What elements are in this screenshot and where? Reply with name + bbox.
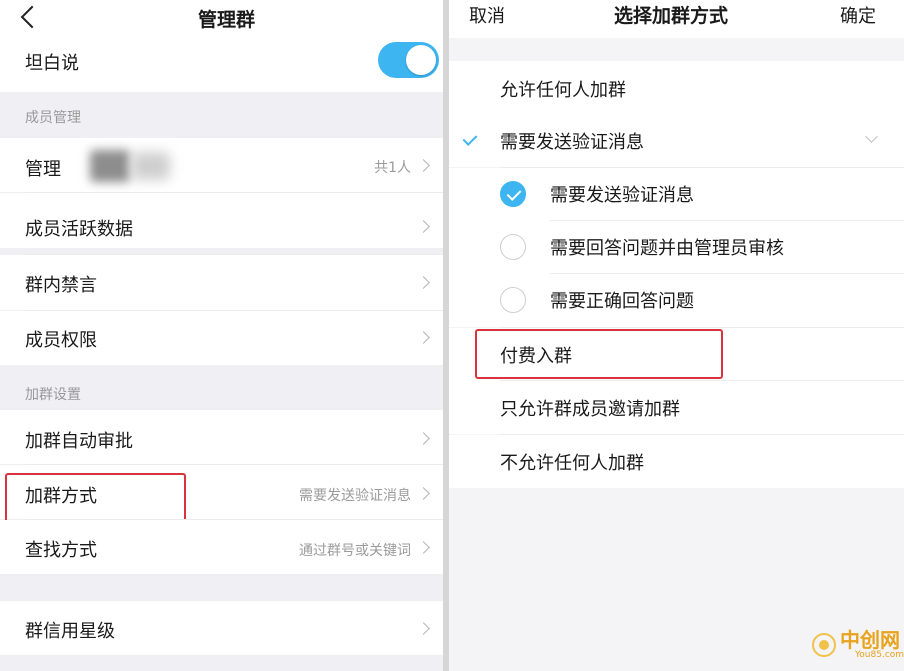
toggle-knob <box>406 45 436 75</box>
select-join-title: 选择加群方式 <box>614 5 729 27</box>
auto-approve-label: 加群自动审批 <box>25 431 133 452</box>
option-label: 需要发送验证消息 <box>500 132 644 153</box>
permissions-row[interactable]: 成员权限 <box>0 311 443 365</box>
option-label: 需要发送验证消息 <box>550 185 694 206</box>
chevron-right-icon <box>417 487 430 500</box>
join-method-panel: 取消 选择加群方式 确定 允许任何人加群 需要发送验证消息 需要发送验证消息 需… <box>449 0 904 671</box>
option-label: 需要正确回答问题 <box>550 291 694 312</box>
page-title: 管理群 <box>198 9 256 31</box>
left-header: 管理群 <box>0 0 443 42</box>
radio-checked-icon[interactable] <box>500 181 526 207</box>
watermark-url: You85.com <box>855 650 904 660</box>
right-header: 取消 选择加群方式 确定 <box>449 0 904 38</box>
section-members-label: 成员管理 <box>25 110 81 126</box>
option-label: 需要回答问题并由管理员审核 <box>550 238 784 259</box>
admins-count: 共1人 <box>374 160 411 176</box>
back-icon[interactable] <box>20 5 44 29</box>
search-method-label: 查找方式 <box>25 540 97 561</box>
option-members-invite-only[interactable]: 只允许群成员邀请加群 <box>449 381 904 434</box>
radio-icon[interactable] <box>500 234 526 260</box>
search-method-row[interactable]: 查找方式 通过群号或关键词 <box>0 520 443 574</box>
sub-option-answer-review[interactable]: 需要回答问题并由管理员审核 <box>449 221 904 274</box>
option-disallow-all[interactable]: 不允许任何人加群 <box>449 435 904 488</box>
credit-level-row[interactable]: 群信用星级 <box>0 601 443 655</box>
option-label: 允许任何人加群 <box>500 80 626 101</box>
option-label: 不允许任何人加群 <box>500 453 644 474</box>
tanbaishuo-label: 坦白说 <box>25 53 79 74</box>
chevron-right-icon <box>417 159 430 172</box>
auto-approve-row[interactable]: 加群自动审批 <box>0 410 443 464</box>
watermark-text: 中创网 <box>840 628 900 652</box>
mute-label: 群内禁言 <box>25 275 97 296</box>
credit-level-label: 群信用星级 <box>25 621 115 642</box>
permissions-label: 成员权限 <box>25 330 97 351</box>
chevron-right-icon <box>417 432 430 445</box>
chevron-right-icon <box>417 331 430 344</box>
mute-row[interactable]: 群内禁言 <box>0 255 443 310</box>
tanbaishuo-toggle[interactable] <box>378 42 439 78</box>
chevron-right-icon <box>417 622 430 635</box>
section-join-label: 加群设置 <box>25 387 81 403</box>
option-need-verify[interactable]: 需要发送验证消息 <box>449 114 904 167</box>
tanbaishuo-row[interactable]: 坦白说 <box>0 42 443 92</box>
paid-join-highlight <box>475 329 723 379</box>
chevron-right-icon <box>417 220 430 233</box>
join-method-highlight <box>5 473 186 523</box>
search-method-value: 通过群号或关键词 <box>299 543 411 559</box>
radio-icon[interactable] <box>500 287 526 313</box>
option-label: 只允许群成员邀请加群 <box>500 399 680 420</box>
option-allow-anyone[interactable]: 允许任何人加群 <box>449 61 904 114</box>
sub-option-send-verify[interactable]: 需要发送验证消息 <box>449 168 904 221</box>
admins-row[interactable]: 管理 共1人 <box>0 138 443 192</box>
activity-label: 成员活跃数据 <box>25 219 133 240</box>
activity-row[interactable]: 成员活跃数据 <box>0 193 443 248</box>
admins-label: 管理 <box>25 159 61 180</box>
checkmark-icon <box>462 131 478 146</box>
join-method-value: 需要发送验证消息 <box>299 488 411 504</box>
blurred-avatar <box>132 152 170 180</box>
confirm-button[interactable]: 确定 <box>840 2 876 28</box>
manage-group-panel: 管理群 坦白说 成员管理 管理 共1人 成员活跃数据 群内禁言 成员权限 加群设… <box>0 0 443 671</box>
sub-option-answer-correct[interactable]: 需要正确回答问题 <box>449 274 904 327</box>
cancel-button[interactable]: 取消 <box>469 2 505 28</box>
chevron-right-icon <box>417 276 430 289</box>
chevron-right-icon <box>417 541 430 554</box>
blurred-avatar <box>90 150 130 182</box>
chevron-down-icon[interactable] <box>865 130 878 143</box>
